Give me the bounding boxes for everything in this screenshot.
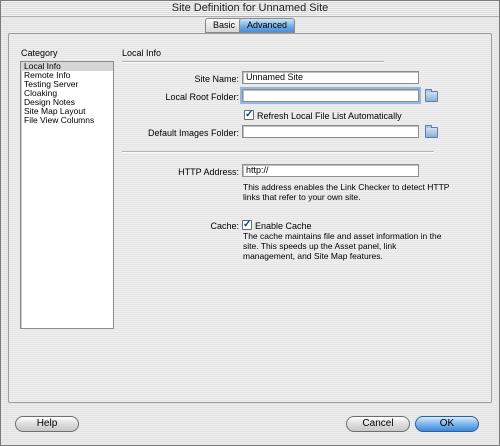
section-divider — [122, 61, 384, 63]
tab-basic[interactable]: Basic — [204, 18, 243, 33]
window-title: Site Definition for Unnamed Site — [1, 1, 499, 17]
tab-bar: Basic Advanced — [1, 18, 499, 33]
default-images-input[interactable] — [242, 125, 419, 138]
folder-icon[interactable] — [425, 125, 438, 138]
settings-panel: Category Local Info Remote Info Testing … — [8, 33, 492, 403]
refresh-checkbox-label: Refresh Local File List Automatically — [257, 111, 402, 121]
site-name-label: Site Name: — [194, 74, 239, 84]
default-images-label: Default Images Folder: — [147, 128, 239, 138]
folder-icon[interactable] — [425, 89, 438, 102]
help-button[interactable]: Help — [15, 416, 79, 432]
cancel-button[interactable]: Cancel — [346, 416, 410, 432]
divider — [122, 151, 434, 153]
cache-label: Cache: — [210, 221, 239, 231]
enable-cache-checkbox[interactable]: ✓ — [242, 220, 252, 230]
section-title: Local Info — [122, 48, 162, 58]
refresh-checkbox[interactable]: ✓ — [244, 110, 254, 120]
http-address-label: HTTP Address: — [178, 167, 239, 177]
http-address-help: This address enables the Link Checker to… — [243, 182, 450, 202]
category-item-file-view-columns[interactable]: File View Columns — [21, 116, 113, 125]
http-address-input[interactable]: http:// — [242, 164, 419, 177]
tab-advanced[interactable]: Advanced — [238, 18, 296, 33]
checkmark-icon: ✓ — [245, 109, 254, 120]
ok-button[interactable]: OK — [415, 416, 479, 432]
checkmark-icon: ✓ — [243, 219, 252, 230]
site-name-input[interactable]: Unnamed Site — [242, 71, 419, 84]
local-root-label: Local Root Folder: — [165, 92, 239, 102]
enable-cache-label: Enable Cache — [255, 221, 312, 231]
local-root-input[interactable] — [242, 89, 419, 102]
site-definition-dialog: Site Definition for Unnamed Site Basic Ad… — [0, 0, 500, 446]
category-list[interactable]: Local Info Remote Info Testing Server Cl… — [20, 61, 114, 329]
category-label: Category — [21, 48, 58, 58]
cache-help: The cache maintains file and asset infor… — [243, 231, 442, 261]
